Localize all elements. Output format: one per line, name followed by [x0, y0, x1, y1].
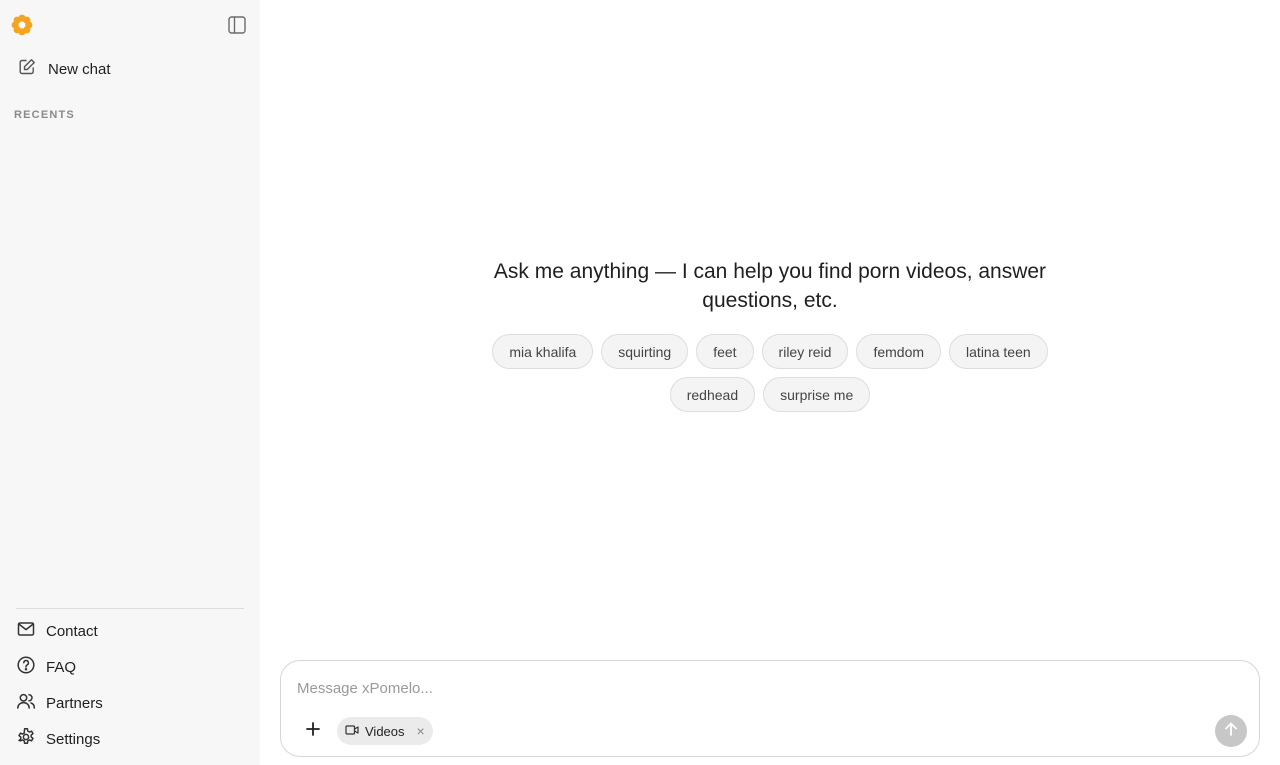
mail-icon — [16, 619, 36, 643]
suggestion-chip[interactable]: latina teen — [949, 334, 1048, 369]
suggestion-chip[interactable]: riley reid — [761, 334, 849, 369]
suggestion-chip[interactable]: feet — [696, 334, 754, 369]
main-panel: Ask me anything — I can help you find po… — [260, 0, 1280, 765]
sidebar-item-contact[interactable]: Contact — [14, 615, 246, 647]
recents-heading: RECENTS — [14, 109, 75, 121]
attach-button[interactable] — [301, 719, 325, 743]
video-icon — [345, 723, 359, 740]
send-button[interactable] — [1215, 715, 1247, 747]
sidebar-item-settings[interactable]: Settings — [14, 723, 246, 755]
sidebar-item-partners[interactable]: Partners — [14, 687, 246, 719]
help-circle-icon — [16, 655, 36, 679]
close-icon[interactable]: × — [417, 724, 425, 738]
suggestion-chip[interactable]: redhead — [669, 377, 756, 412]
sidebar-toggle-icon[interactable] — [226, 14, 248, 36]
suggestion-chip[interactable]: femdom — [856, 334, 942, 369]
sidebar: New chat RECENTS Contact FAQ Partners Se… — [0, 0, 260, 765]
mode-pill-label: Videos — [365, 723, 405, 739]
sidebar-item-label: Contact — [46, 622, 98, 640]
suggestion-chip[interactable]: squirting — [601, 334, 689, 369]
suggestion-chip[interactable]: mia khalifa — [492, 334, 594, 369]
sidebar-item-faq[interactable]: FAQ — [14, 651, 246, 683]
suggestion-chip[interactable]: surprise me — [763, 377, 871, 412]
message-composer: Videos × — [280, 660, 1260, 757]
message-input[interactable] — [297, 677, 1197, 699]
mode-pill-videos[interactable]: Videos × — [337, 717, 433, 745]
sidebar-item-label: Settings — [46, 730, 101, 748]
suggestion-chips: mia khalifa squirting feet riley reid fe… — [475, 334, 1065, 412]
flower-logo-icon[interactable] — [11, 14, 33, 36]
plus-icon — [305, 721, 321, 742]
edit-icon — [18, 58, 36, 80]
sidebar-item-label: Partners — [46, 694, 103, 712]
welcome-headline: Ask me anything — I can help you find po… — [493, 260, 1047, 312]
arrow-up-icon — [1223, 721, 1239, 742]
gear-icon — [16, 727, 36, 751]
new-chat-button[interactable]: New chat — [12, 52, 248, 86]
sidebar-divider — [16, 608, 244, 609]
users-icon — [16, 691, 36, 715]
new-chat-label: New chat — [48, 60, 111, 78]
app-root: New chat RECENTS Contact FAQ Partners Se… — [0, 0, 1280, 765]
sidebar-item-label: FAQ — [46, 658, 77, 676]
